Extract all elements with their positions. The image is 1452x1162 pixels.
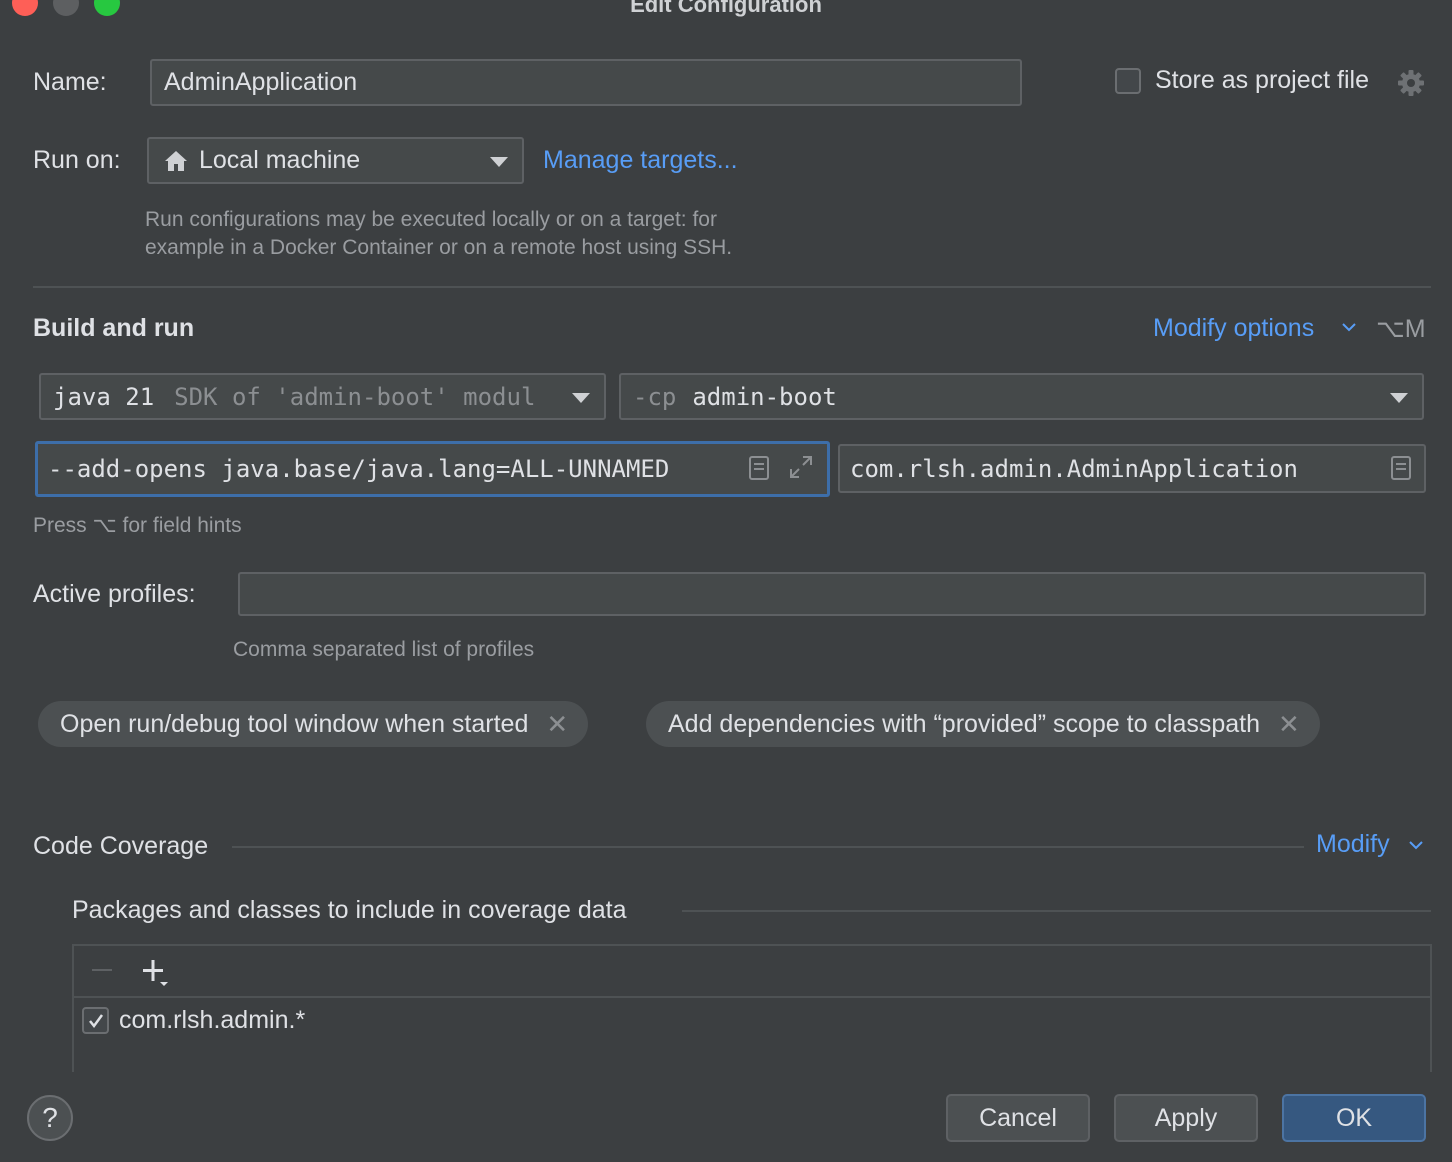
package-checkbox[interactable] xyxy=(82,1007,109,1034)
main-class-field[interactable]: com.rlsh.admin.AdminApplication xyxy=(838,444,1426,493)
cancel-label: Cancel xyxy=(979,1103,1057,1132)
field-hints-text: Press ⌥ for field hints xyxy=(33,514,242,537)
coverage-divider xyxy=(232,846,1304,848)
clipboard-icon[interactable] xyxy=(748,455,770,487)
jdk-dropdown[interactable]: java 21 SDK of 'admin-boot' modul xyxy=(39,373,606,420)
window-title: Edit Configuration xyxy=(630,0,822,17)
help-label: ? xyxy=(42,1102,58,1133)
main-class-value: com.rlsh.admin.AdminApplication xyxy=(850,454,1298,483)
chevron-down-icon xyxy=(1390,393,1408,403)
packages-panel: com.rlsh.admin.* xyxy=(72,944,1432,1072)
packages-title: Packages and classes to include in cover… xyxy=(72,896,627,924)
store-as-project-label: Store as project file xyxy=(1155,66,1369,94)
vm-options-value: --add-opens java.base/java.lang=ALL-UNNA… xyxy=(48,455,670,483)
classpath-module-dropdown[interactable]: -cp admin-boot xyxy=(619,373,1424,420)
add-icon[interactable] xyxy=(142,958,170,993)
packages-toolbar xyxy=(74,946,1430,998)
run-on-hint-line2: example in a Docker Container or on a re… xyxy=(145,236,733,259)
jdk-value: java 21 xyxy=(53,382,155,411)
list-item[interactable]: com.rlsh.admin.* xyxy=(82,1006,305,1035)
apply-button[interactable]: Apply xyxy=(1114,1094,1258,1142)
ok-button[interactable]: OK xyxy=(1282,1094,1426,1142)
manage-targets-link[interactable]: Manage targets... xyxy=(543,146,738,175)
modify-options-shortcut: ⌥M xyxy=(1376,315,1426,343)
active-profiles-label: Active profiles: xyxy=(33,580,196,608)
classpath-prefix: -cp xyxy=(633,382,677,411)
close-icon[interactable]: ✕ xyxy=(546,709,568,740)
clipboard-icon[interactable] xyxy=(1390,455,1412,487)
active-profiles-field[interactable] xyxy=(238,572,1426,616)
run-on-dropdown[interactable]: Local machine xyxy=(147,137,524,184)
chevron-down-icon xyxy=(1341,320,1357,338)
chevron-down-icon xyxy=(1408,838,1424,856)
remove-icon[interactable] xyxy=(90,958,114,987)
chip-label: Add dependencies with “provided” scope t… xyxy=(668,709,1261,738)
apply-label: Apply xyxy=(1154,1103,1218,1132)
jdk-description: SDK of 'admin-boot' modul xyxy=(174,382,536,411)
home-icon xyxy=(163,149,189,173)
title-bar: Edit Configuration xyxy=(0,0,1452,22)
run-on-label: Run on: xyxy=(33,146,121,174)
section-divider xyxy=(33,286,1431,288)
cancel-button[interactable]: Cancel xyxy=(946,1094,1090,1142)
coverage-modify-link[interactable]: Modify xyxy=(1316,830,1390,859)
vm-options-field[interactable]: --add-opens java.base/java.lang=ALL-UNNA… xyxy=(35,441,830,497)
name-value: AdminApplication xyxy=(164,68,358,96)
expand-icon[interactable] xyxy=(788,454,814,486)
open-tool-window-chip: Open run/debug tool window when started … xyxy=(38,701,589,747)
chip-label: Open run/debug tool window when started xyxy=(60,709,529,738)
package-label: com.rlsh.admin.* xyxy=(119,1006,306,1034)
build-and-run-title: Build and run xyxy=(33,314,195,342)
run-on-value: Local machine xyxy=(199,146,361,174)
ok-label: OK xyxy=(1335,1103,1373,1132)
close-icon[interactable]: ✕ xyxy=(1278,709,1300,740)
help-button[interactable]: ? xyxy=(27,1095,73,1141)
packages-divider xyxy=(682,910,1431,912)
modify-options-link[interactable]: Modify options xyxy=(1153,314,1314,343)
name-field[interactable]: AdminApplication xyxy=(150,59,1022,106)
active-profiles-hint: Comma separated list of profiles xyxy=(233,638,535,661)
provided-scope-chip: Add dependencies with “provided” scope t… xyxy=(646,701,1320,747)
code-coverage-title: Code Coverage xyxy=(33,832,209,860)
chevron-down-icon xyxy=(490,157,508,167)
gear-icon[interactable] xyxy=(1396,68,1426,98)
classpath-module-value: admin-boot xyxy=(692,382,837,411)
run-on-hint-line1: Run configurations may be executed local… xyxy=(145,208,717,231)
chevron-down-icon xyxy=(572,393,590,403)
store-as-project-checkbox[interactable] xyxy=(1115,68,1141,94)
name-label: Name: xyxy=(33,68,107,96)
